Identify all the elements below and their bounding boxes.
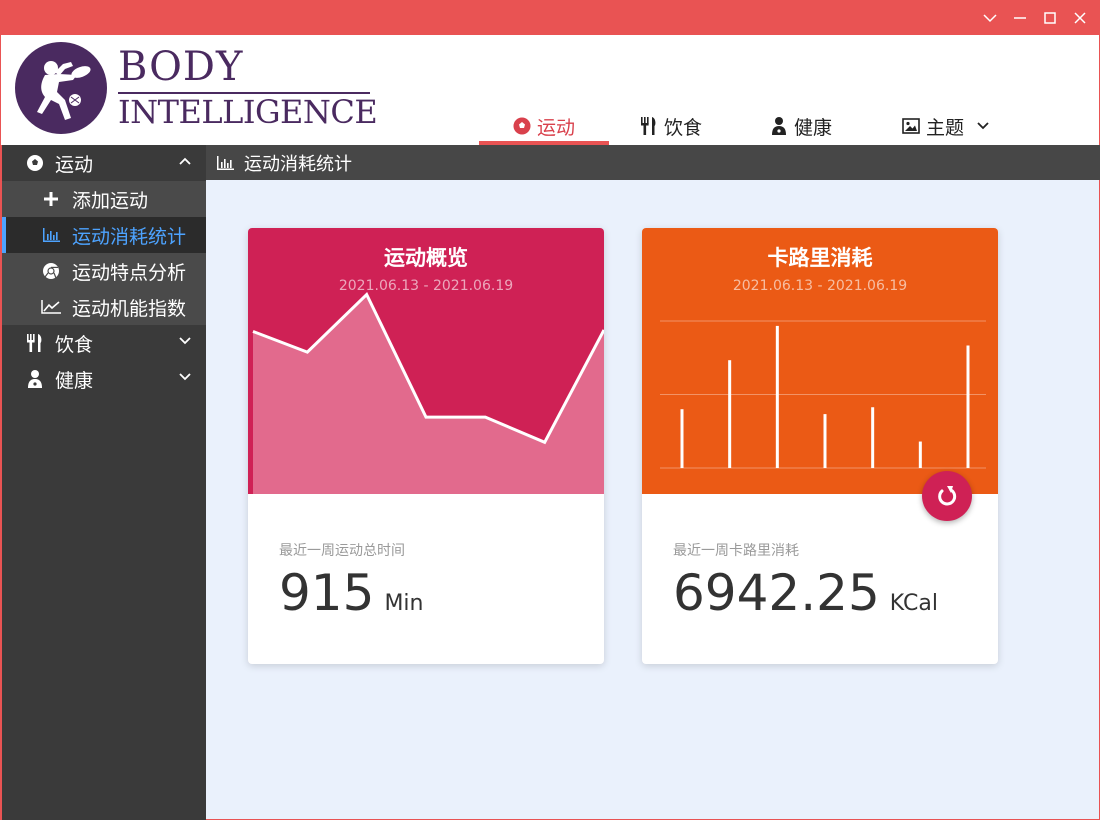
content-header: 运动消耗统计 <box>206 145 1100 180</box>
sidebar-group-health[interactable]: 健康 <box>2 361 206 397</box>
soccer-ball-icon <box>24 152 46 174</box>
close-button[interactable] <box>1065 0 1095 35</box>
soccer-ball-icon <box>513 117 531 135</box>
logo-text-intelligence: INTELLIGENCE <box>118 93 378 131</box>
maximize-button[interactable] <box>1035 0 1065 35</box>
sidebar-group-label: 运动 <box>55 153 94 176</box>
logo-icon <box>15 42 107 134</box>
sidebar-item-label: 添加运动 <box>72 189 149 212</box>
doctor-icon <box>24 368 46 390</box>
exercise-total-number: 915 <box>279 564 375 622</box>
calorie-card-title: 卡路里消耗 <box>767 246 873 270</box>
chevron-down-icon <box>179 373 191 381</box>
page-title: 运动消耗统计 <box>244 153 352 175</box>
calorie-consumption-card: 卡路里消耗 2021.06.13 - 2021.06.19 最近一周卡路里消耗 … <box>642 228 998 664</box>
area-fill <box>253 294 604 494</box>
bar <box>871 407 875 468</box>
sidebar-item-label: 运动特点分析 <box>72 261 187 284</box>
tab-health-label: 健康 <box>793 116 832 139</box>
calorie-total-value: 6942.25 KCal <box>673 560 938 626</box>
bar <box>728 360 732 468</box>
sidebar-item-consumption-stats[interactable]: 运动消耗统计 <box>2 217 206 253</box>
refresh-icon <box>938 486 957 506</box>
calorie-total-number: 6942.25 <box>673 564 880 622</box>
chevron-down-icon[interactable] <box>975 0 1005 35</box>
logo-text-body: BODY <box>118 44 244 90</box>
calorie-card-date: 2021.06.13 - 2021.06.19 <box>732 278 908 294</box>
calorie-total-label: 最近一周卡路里消耗 <box>673 543 799 559</box>
exercise-total-value: 915 Min <box>279 560 423 626</box>
chrome-icon <box>40 260 62 282</box>
exercise-overview-card: 运动概览 2021.06.13 - 2021.06.19 最近一周运动总时间 9… <box>248 228 604 664</box>
app-header: BODY INTELLIGENCE 运动 饮食 健康 主题 <box>0 35 1100 145</box>
sidebar-group-diet[interactable]: 饮食 <box>2 325 206 361</box>
exercise-card-date: 2021.06.13 - 2021.06.19 <box>338 278 514 294</box>
tab-exercise[interactable]: 运动 <box>479 107 609 145</box>
bar <box>966 345 970 468</box>
chevron-down-icon <box>179 337 191 345</box>
utensils-icon <box>24 332 46 354</box>
bar-chart-icon <box>216 155 234 170</box>
utensils-icon <box>640 117 656 135</box>
bar-chart-icon <box>40 224 62 246</box>
exercise-card-header: 运动概览 2021.06.13 - 2021.06.19 <box>248 228 604 494</box>
sidebar-item-label: 运动消耗统计 <box>72 225 187 248</box>
sidebar-item-fitness-index[interactable]: 运动机能指数 <box>2 289 206 325</box>
bar <box>680 409 684 468</box>
refresh-button[interactable] <box>922 471 972 521</box>
content-area: 运动概览 2021.06.13 - 2021.06.19 最近一周运动总时间 9… <box>206 180 1100 820</box>
chevron-down-icon <box>977 122 989 130</box>
sidebar-group-label: 健康 <box>55 369 94 392</box>
tab-health[interactable]: 健康 <box>741 107 861 145</box>
tab-diet[interactable]: 饮食 <box>611 107 731 145</box>
tab-diet-label: 饮食 <box>663 116 702 139</box>
sidebar-item-add-exercise[interactable]: 添加运动 <box>2 181 206 217</box>
selection-indicator <box>2 217 6 253</box>
sidebar-item-feature-analysis[interactable]: 运动特点分析 <box>2 253 206 289</box>
exercise-total-label: 最近一周运动总时间 <box>279 543 405 559</box>
tab-theme-label: 主题 <box>925 116 964 139</box>
sidebar-group-exercise[interactable]: 运动 <box>2 145 206 181</box>
sidebar-group-label: 饮食 <box>55 333 94 356</box>
image-icon <box>902 118 920 134</box>
tab-exercise-label: 运动 <box>536 116 575 139</box>
bar <box>918 441 922 468</box>
calorie-total-unit: KCal <box>889 591 938 616</box>
exercise-total-unit: Min <box>384 591 424 616</box>
calorie-card-header: 卡路里消耗 2021.06.13 - 2021.06.19 <box>642 228 998 494</box>
exercise-card-title: 运动概览 <box>384 246 468 270</box>
plus-icon <box>40 188 62 210</box>
doctor-icon <box>771 117 786 135</box>
minimize-button[interactable] <box>1005 0 1035 35</box>
line-chart-icon <box>40 296 62 318</box>
sidebar-item-label: 运动机能指数 <box>72 297 187 320</box>
sidebar: 运动 添加运动 运动消耗统计 运动特点分析 运动机能指数 饮食 健康 <box>0 145 206 820</box>
bar <box>823 414 827 468</box>
title-bar <box>0 0 1100 35</box>
chevron-up-icon <box>179 157 191 165</box>
tab-theme[interactable]: 主题 <box>886 107 1006 145</box>
bar <box>775 325 779 468</box>
